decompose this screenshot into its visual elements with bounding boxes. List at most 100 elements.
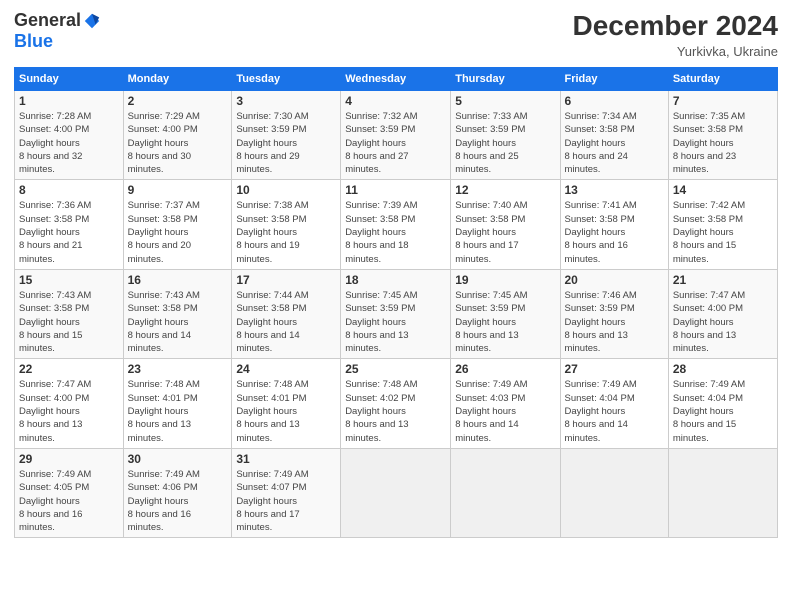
table-row: 9 Sunrise: 7:37 AM Sunset: 3:58 PM Dayli… [123,180,232,269]
day-info: Sunrise: 7:42 AM Sunset: 3:58 PM Dayligh… [673,200,745,264]
day-number: 31 [236,452,336,466]
day-info: Sunrise: 7:30 AM Sunset: 3:59 PM Dayligh… [236,111,308,175]
table-row: 16 Sunrise: 7:43 AM Sunset: 3:58 PM Dayl… [123,269,232,358]
table-row: 13 Sunrise: 7:41 AM Sunset: 3:58 PM Dayl… [560,180,668,269]
day-number: 14 [673,183,773,197]
day-number: 8 [19,183,119,197]
day-number: 2 [128,94,228,108]
day-number: 6 [565,94,664,108]
day-number: 24 [236,362,336,376]
day-info: Sunrise: 7:35 AM Sunset: 3:58 PM Dayligh… [673,111,745,175]
day-info: Sunrise: 7:46 AM Sunset: 3:59 PM Dayligh… [565,290,637,354]
day-number: 1 [19,94,119,108]
header-sunday: Sunday [15,68,124,91]
day-info: Sunrise: 7:41 AM Sunset: 3:58 PM Dayligh… [565,200,637,264]
day-info: Sunrise: 7:43 AM Sunset: 3:58 PM Dayligh… [19,290,91,354]
day-info: Sunrise: 7:48 AM Sunset: 4:01 PM Dayligh… [236,379,308,443]
logo-blue-text: Blue [14,31,53,51]
day-number: 15 [19,273,119,287]
day-number: 26 [455,362,555,376]
day-number: 9 [128,183,228,197]
day-number: 3 [236,94,336,108]
table-row: 25 Sunrise: 7:48 AM Sunset: 4:02 PM Dayl… [341,359,451,448]
header-friday: Friday [560,68,668,91]
header-wednesday: Wednesday [341,68,451,91]
table-row: 4 Sunrise: 7:32 AM Sunset: 3:59 PM Dayli… [341,91,451,180]
day-number: 5 [455,94,555,108]
table-row: 18 Sunrise: 7:45 AM Sunset: 3:59 PM Dayl… [341,269,451,358]
calendar-table: Sunday Monday Tuesday Wednesday Thursday… [14,67,778,538]
day-info: Sunrise: 7:39 AM Sunset: 3:58 PM Dayligh… [345,200,417,264]
logo: General Blue [14,10,101,52]
day-number: 20 [565,273,664,287]
header-thursday: Thursday [451,68,560,91]
table-row: 15 Sunrise: 7:43 AM Sunset: 3:58 PM Dayl… [15,269,124,358]
table-row: 24 Sunrise: 7:48 AM Sunset: 4:01 PM Dayl… [232,359,341,448]
table-row: 26 Sunrise: 7:49 AM Sunset: 4:03 PM Dayl… [451,359,560,448]
header: General Blue December 2024 Yurkivka, Ukr… [14,10,778,59]
day-number: 4 [345,94,446,108]
day-info: Sunrise: 7:29 AM Sunset: 4:00 PM Dayligh… [128,111,200,175]
table-row: 1 Sunrise: 7:28 AM Sunset: 4:00 PM Dayli… [15,91,124,180]
day-info: Sunrise: 7:48 AM Sunset: 4:01 PM Dayligh… [128,379,200,443]
day-info: Sunrise: 7:37 AM Sunset: 3:58 PM Dayligh… [128,200,200,264]
table-row: 21 Sunrise: 7:47 AM Sunset: 4:00 PM Dayl… [668,269,777,358]
table-row: 27 Sunrise: 7:49 AM Sunset: 4:04 PM Dayl… [560,359,668,448]
table-row: 31 Sunrise: 7:49 AM Sunset: 4:07 PM Dayl… [232,448,341,537]
day-number: 21 [673,273,773,287]
day-info: Sunrise: 7:49 AM Sunset: 4:07 PM Dayligh… [236,469,308,533]
table-row: 8 Sunrise: 7:36 AM Sunset: 3:58 PM Dayli… [15,180,124,269]
day-info: Sunrise: 7:40 AM Sunset: 3:58 PM Dayligh… [455,200,527,264]
header-tuesday: Tuesday [232,68,341,91]
day-info: Sunrise: 7:49 AM Sunset: 4:04 PM Dayligh… [673,379,745,443]
day-info: Sunrise: 7:36 AM Sunset: 3:58 PM Dayligh… [19,200,91,264]
table-row: 14 Sunrise: 7:42 AM Sunset: 3:58 PM Dayl… [668,180,777,269]
day-info: Sunrise: 7:49 AM Sunset: 4:06 PM Dayligh… [128,469,200,533]
day-info: Sunrise: 7:49 AM Sunset: 4:04 PM Dayligh… [565,379,637,443]
day-info: Sunrise: 7:47 AM Sunset: 4:00 PM Dayligh… [19,379,91,443]
table-row: 17 Sunrise: 7:44 AM Sunset: 3:58 PM Dayl… [232,269,341,358]
day-info: Sunrise: 7:49 AM Sunset: 4:05 PM Dayligh… [19,469,91,533]
header-monday: Monday [123,68,232,91]
table-row: 29 Sunrise: 7:49 AM Sunset: 4:05 PM Dayl… [15,448,124,537]
day-number: 17 [236,273,336,287]
day-number: 19 [455,273,555,287]
day-number: 11 [345,183,446,197]
page-container: General Blue December 2024 Yurkivka, Ukr… [0,0,792,612]
day-number: 30 [128,452,228,466]
day-number: 10 [236,183,336,197]
table-row [668,448,777,537]
day-info: Sunrise: 7:28 AM Sunset: 4:00 PM Dayligh… [19,111,91,175]
table-row: 6 Sunrise: 7:34 AM Sunset: 3:58 PM Dayli… [560,91,668,180]
day-number: 16 [128,273,228,287]
table-row: 12 Sunrise: 7:40 AM Sunset: 3:58 PM Dayl… [451,180,560,269]
day-info: Sunrise: 7:44 AM Sunset: 3:58 PM Dayligh… [236,290,308,354]
day-info: Sunrise: 7:49 AM Sunset: 4:03 PM Dayligh… [455,379,527,443]
table-row: 23 Sunrise: 7:48 AM Sunset: 4:01 PM Dayl… [123,359,232,448]
table-row [451,448,560,537]
day-info: Sunrise: 7:43 AM Sunset: 3:58 PM Dayligh… [128,290,200,354]
day-number: 12 [455,183,555,197]
day-number: 22 [19,362,119,376]
weekday-header-row: Sunday Monday Tuesday Wednesday Thursday… [15,68,778,91]
day-number: 7 [673,94,773,108]
day-info: Sunrise: 7:34 AM Sunset: 3:58 PM Dayligh… [565,111,637,175]
table-row: 11 Sunrise: 7:39 AM Sunset: 3:58 PM Dayl… [341,180,451,269]
table-row: 19 Sunrise: 7:45 AM Sunset: 3:59 PM Dayl… [451,269,560,358]
day-number: 29 [19,452,119,466]
logo-icon [83,12,101,30]
day-info: Sunrise: 7:48 AM Sunset: 4:02 PM Dayligh… [345,379,417,443]
table-row: 5 Sunrise: 7:33 AM Sunset: 3:59 PM Dayli… [451,91,560,180]
table-row: 28 Sunrise: 7:49 AM Sunset: 4:04 PM Dayl… [668,359,777,448]
day-info: Sunrise: 7:45 AM Sunset: 3:59 PM Dayligh… [455,290,527,354]
table-row [341,448,451,537]
table-row: 22 Sunrise: 7:47 AM Sunset: 4:00 PM Dayl… [15,359,124,448]
day-info: Sunrise: 7:47 AM Sunset: 4:00 PM Dayligh… [673,290,745,354]
day-number: 25 [345,362,446,376]
day-number: 13 [565,183,664,197]
location-subtitle: Yurkivka, Ukraine [573,44,778,59]
table-row: 10 Sunrise: 7:38 AM Sunset: 3:58 PM Dayl… [232,180,341,269]
day-info: Sunrise: 7:45 AM Sunset: 3:59 PM Dayligh… [345,290,417,354]
table-row: 20 Sunrise: 7:46 AM Sunset: 3:59 PM Dayl… [560,269,668,358]
header-saturday: Saturday [668,68,777,91]
